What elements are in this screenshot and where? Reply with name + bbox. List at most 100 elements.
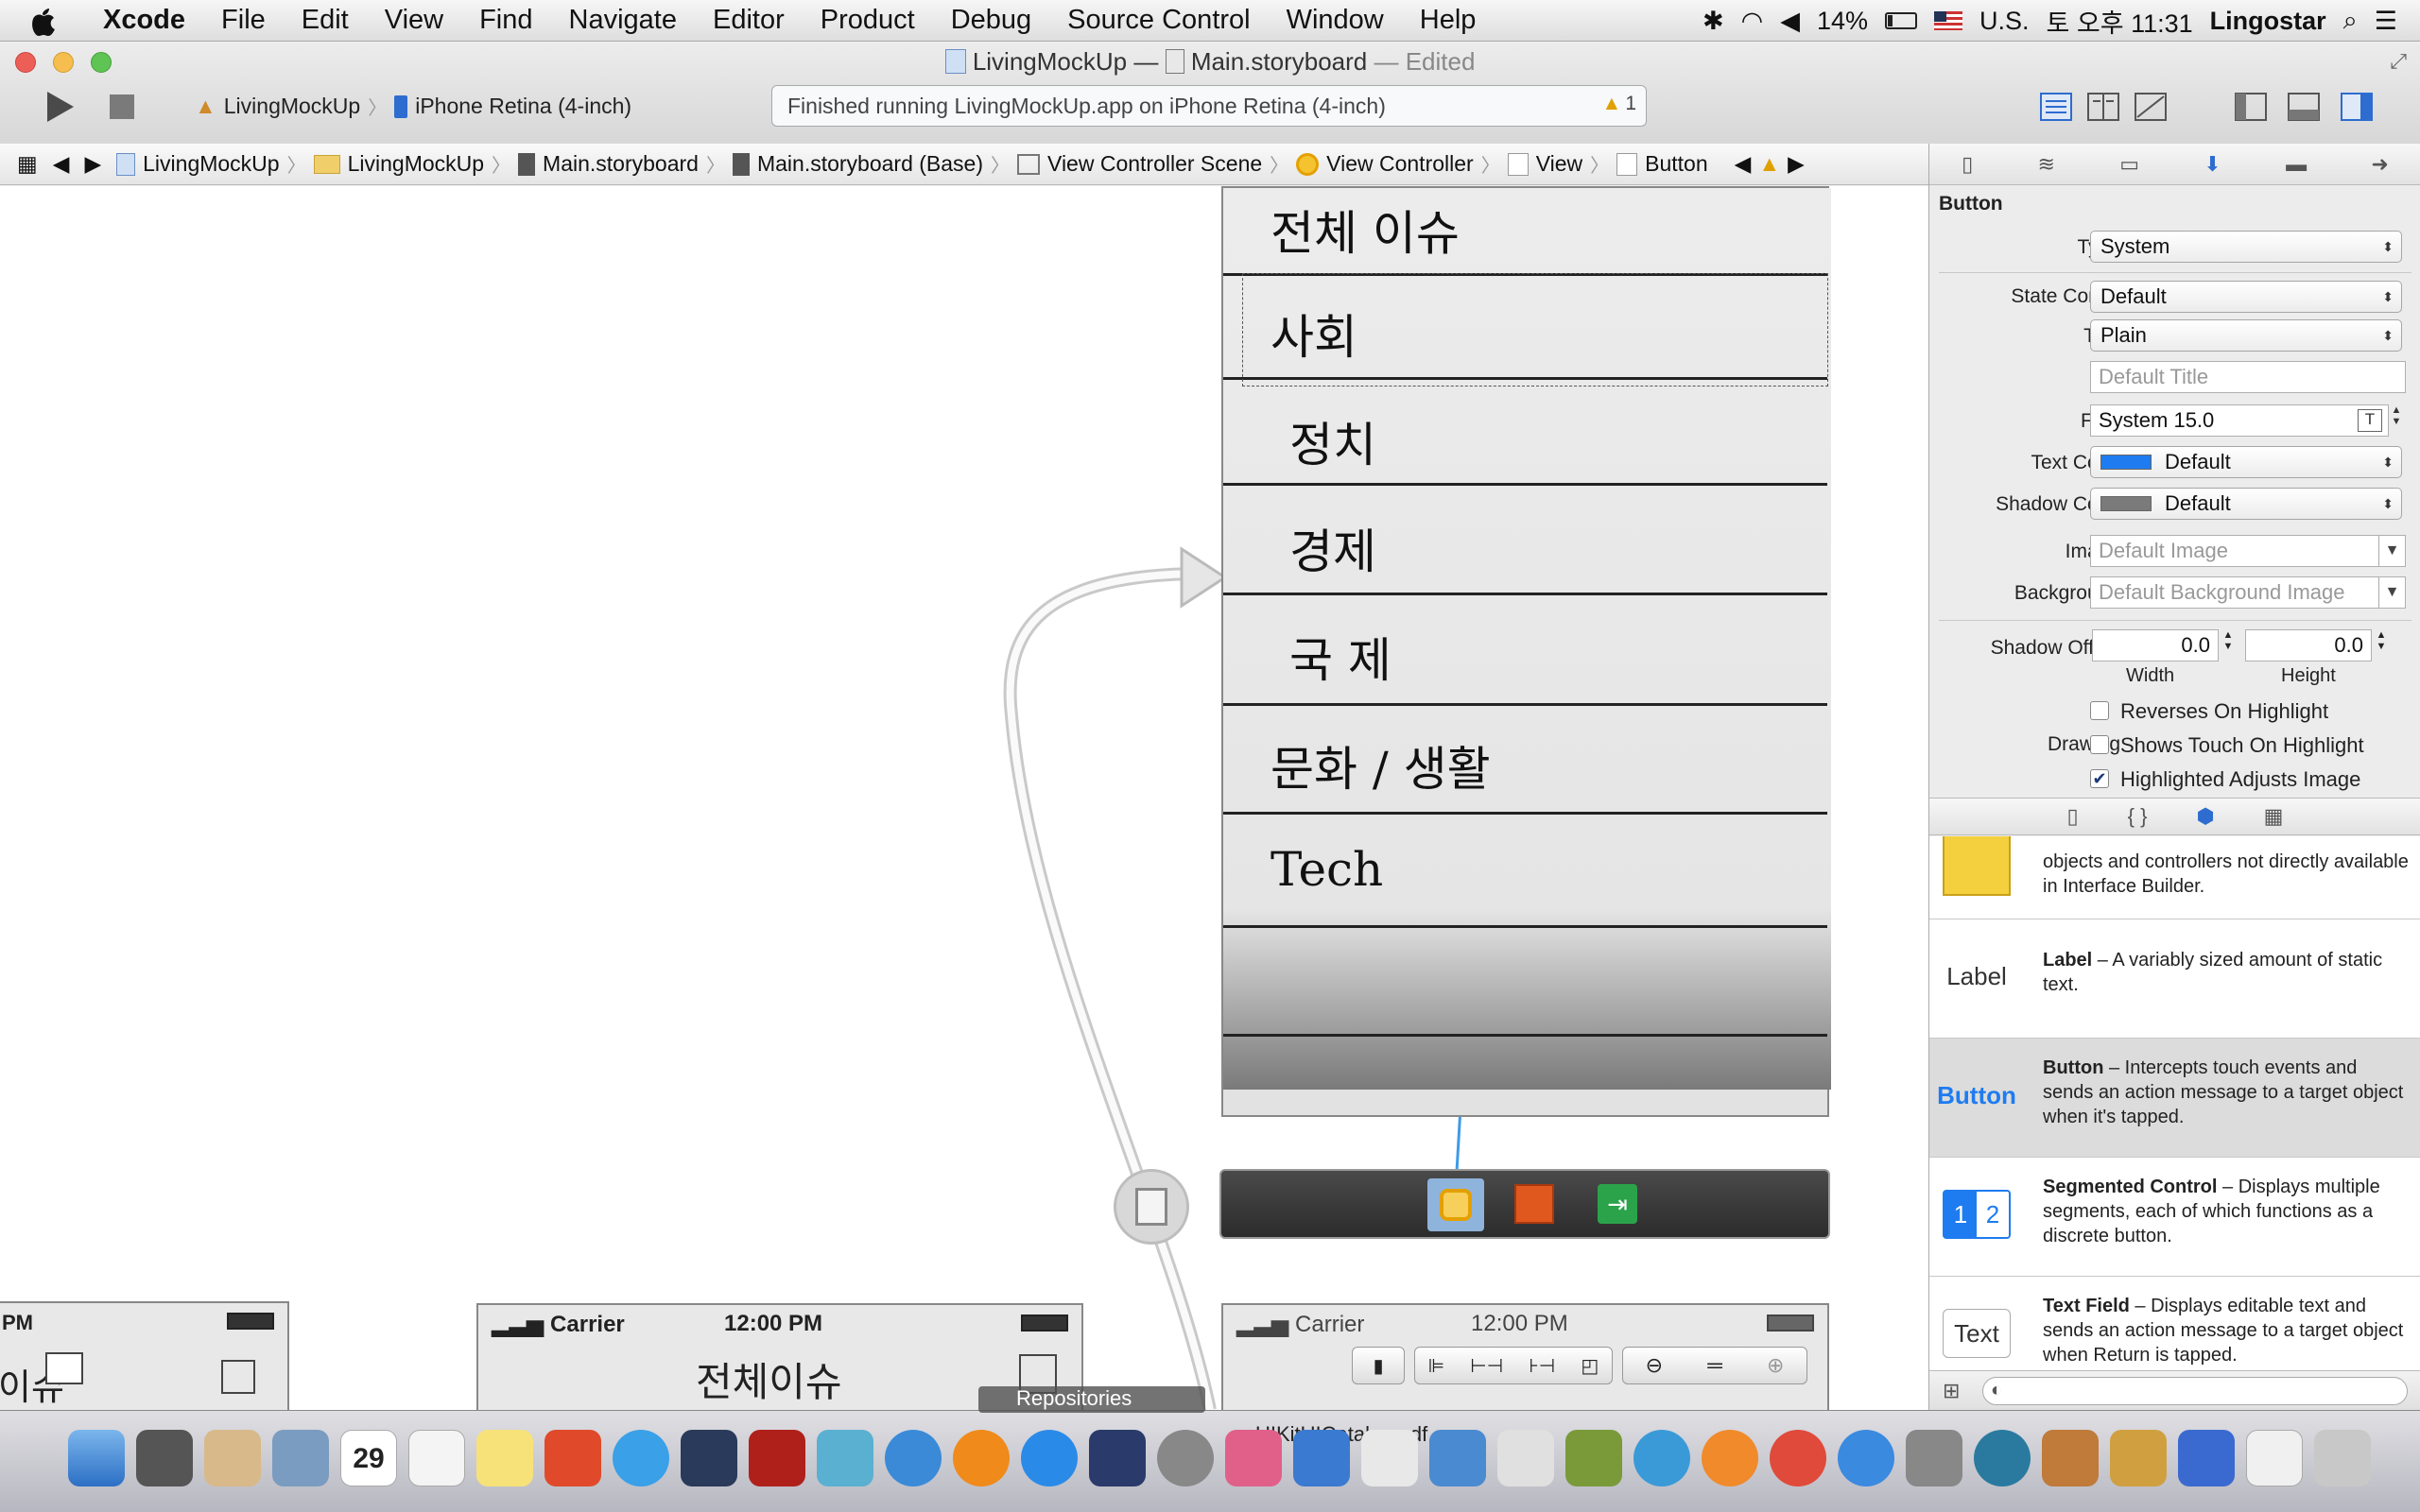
debug-area-toggle-button[interactable] <box>2276 83 2331 130</box>
crumb-button[interactable]: Button <box>1609 151 1716 177</box>
state-config-popup[interactable]: Default ⬍ <box>2090 281 2402 313</box>
view-controller-dock-item[interactable] <box>1427 1178 1484 1231</box>
left-scene[interactable]: PM 이슈 <box>0 1301 289 1410</box>
downloads-stack-icon[interactable] <box>2246 1430 2303 1486</box>
pin-icon[interactable]: ⊢⊣ <box>1470 1354 1503 1378</box>
applications-stack-icon[interactable] <box>2178 1430 2235 1486</box>
textedit-icon[interactable] <box>1361 1430 1418 1486</box>
row-label[interactable]: 정치 <box>1289 407 1376 475</box>
menu-help[interactable]: Help <box>1402 5 1495 36</box>
next-issue-button[interactable]: ▶ <box>1780 151 1812 177</box>
menu-xcode[interactable]: Xcode <box>85 5 203 36</box>
documents-stack-icon[interactable] <box>2110 1430 2167 1486</box>
system-preferences-icon[interactable] <box>1157 1430 1214 1486</box>
related-items-icon[interactable]: ▦ <box>9 151 45 177</box>
shadow-width-field[interactable]: 0.0 <box>2092 629 2219 662</box>
shadow-height-stepper[interactable]: ▲ ▼ <box>2374 629 2389 662</box>
file-inspector-icon[interactable]: ▯ <box>1962 152 1973 177</box>
menu-edit[interactable]: Edit <box>284 5 367 36</box>
menu-editor[interactable]: Editor <box>695 5 803 36</box>
file-template-icon[interactable]: ▯ <box>2067 804 2079 829</box>
itunes-icon[interactable] <box>885 1430 942 1486</box>
contacts-icon[interactable] <box>204 1430 261 1486</box>
crumb-project[interactable]: LivingMockUp <box>109 151 286 177</box>
battery-icon[interactable] <box>1885 12 1918 29</box>
fullscreen-icon[interactable]: ⤢ <box>2390 49 2407 74</box>
library-item-text-field[interactable]: Text Text Field – Displays editable text… <box>1929 1277 2420 1370</box>
title-popup[interactable]: Plain ⬍ <box>2090 319 2402 352</box>
exit-icon[interactable]: ⇥ <box>1598 1184 1637 1224</box>
menu-window[interactable]: Window <box>1269 5 1402 36</box>
shadow-height-field[interactable]: 0.0 <box>2245 629 2372 662</box>
utilities-toggle-button[interactable] <box>2329 83 2384 130</box>
things-icon[interactable] <box>1565 1430 1622 1486</box>
size-inspector-icon[interactable]: ▬ <box>2286 152 2307 177</box>
mail-icon[interactable] <box>272 1430 329 1486</box>
grid-view-icon[interactable]: ⊞ <box>1943 1379 1960 1403</box>
coffee-icon[interactable] <box>2042 1430 2099 1486</box>
reverses-checkbox[interactable] <box>2090 701 2109 720</box>
facetime-icon[interactable] <box>681 1430 737 1486</box>
sync-icon[interactable] <box>1634 1430 1690 1486</box>
quick-help-icon[interactable]: ≋ <box>2038 152 2055 177</box>
maps-icon[interactable] <box>544 1430 601 1486</box>
photo-booth-icon[interactable] <box>749 1430 805 1486</box>
firefox-icon[interactable] <box>1702 1430 1758 1486</box>
iphoto-icon[interactable] <box>817 1430 873 1486</box>
clock[interactable]: 토 오후 11:31 <box>2047 3 2193 40</box>
calendar-icon[interactable]: 29 <box>340 1430 397 1486</box>
selected-button-frame[interactable] <box>1242 273 1828 387</box>
shadow-color-popup[interactable]: Default ⬍ <box>2090 488 2402 520</box>
storyboard-canvas[interactable]: 전체 이슈 사회 정치 경제 국 제 문화 / 생활 Tech ⇥ PM 이슈 … <box>0 186 1928 1410</box>
title-field[interactable]: Default Title <box>2090 361 2406 393</box>
zoom-actual-icon[interactable]: ═ <box>1707 1353 1722 1378</box>
row-label[interactable]: 문화 / 생활 <box>1270 731 1491 799</box>
navigator-toggle-button[interactable] <box>2223 83 2278 130</box>
crumb-storyboard-base[interactable]: Main.storyboard (Base) <box>725 151 991 177</box>
code-snippet-icon[interactable]: { } <box>2128 804 2148 829</box>
library-filter-field[interactable]: ◐ <box>1982 1377 2408 1405</box>
library-item-label[interactable]: Label Label – A variably sized amount of… <box>1929 919 2420 1039</box>
menu-view[interactable]: View <box>367 5 461 36</box>
first-responder-icon[interactable] <box>1514 1184 1554 1224</box>
text-color-popup[interactable]: Default ⬍ <box>2090 446 2402 478</box>
identity-inspector-icon[interactable]: ▭ <box>2119 152 2139 177</box>
crumb-view-controller[interactable]: View Controller <box>1288 151 1481 177</box>
zoom-in-icon[interactable]: ⊕ <box>1767 1353 1784 1378</box>
zoom-out-icon[interactable]: ⊖ <box>1646 1353 1663 1378</box>
shadow-width-stepper[interactable]: ▲ ▼ <box>2221 629 2236 662</box>
menu-navigate[interactable]: Navigate <box>551 5 695 36</box>
reminders-icon[interactable] <box>408 1430 465 1486</box>
font-picker-icon[interactable]: T <box>2358 409 2382 432</box>
view-controller-scene[interactable]: 전체 이슈 사회 정치 경제 국 제 문화 / 생활 Tech <box>1221 186 1831 1117</box>
row-label[interactable]: 전체 이슈 <box>1270 196 1460 264</box>
crumb-view[interactable]: View <box>1500 151 1590 177</box>
highlighted-adjusts-checkbox[interactable]: ✔ <box>2090 769 2109 788</box>
user-name[interactable]: Lingostar <box>2210 7 2326 36</box>
bluetooth-icon[interactable]: ✱ <box>1703 7 1724 36</box>
pages-icon[interactable] <box>1497 1430 1554 1486</box>
scheme-selector[interactable]: ▲ LivingMockUp 〉 iPhone Retina (4-inch) <box>195 93 631 120</box>
sketch-icon[interactable] <box>1429 1430 1486 1486</box>
menu-find[interactable]: Find <box>461 5 550 36</box>
row-label[interactable]: Tech <box>1270 842 1383 897</box>
crumb-scene[interactable]: View Controller Scene <box>1010 151 1270 177</box>
menu-debug[interactable]: Debug <box>933 5 1049 36</box>
connections-inspector-icon[interactable]: ➜ <box>2371 152 2388 177</box>
ibooks-icon[interactable] <box>953 1430 1010 1486</box>
align-icon[interactable]: ⊫ <box>1428 1354 1444 1378</box>
wifi-icon[interactable]: ◠ <box>1741 7 1764 36</box>
xcode-icon[interactable] <box>1293 1430 1350 1486</box>
notes-icon[interactable] <box>476 1430 533 1486</box>
run-button[interactable] <box>32 83 87 130</box>
spotlight-icon[interactable]: ⌕ <box>2343 6 2358 36</box>
preview-icon[interactable] <box>1089 1430 1146 1486</box>
chrome-icon[interactable] <box>1770 1430 1826 1486</box>
segue-icon[interactable] <box>1114 1169 1189 1245</box>
resize-icon[interactable]: ◰ <box>1581 1354 1599 1378</box>
flag-icon[interactable] <box>1934 11 1963 30</box>
library-item-button[interactable]: Button Button – Intercepts touch events … <box>1929 1039 2420 1158</box>
volume-icon[interactable]: ◀ <box>1780 7 1800 36</box>
back-button[interactable]: ◀ <box>45 151 78 177</box>
trash-icon[interactable] <box>2314 1430 2371 1486</box>
